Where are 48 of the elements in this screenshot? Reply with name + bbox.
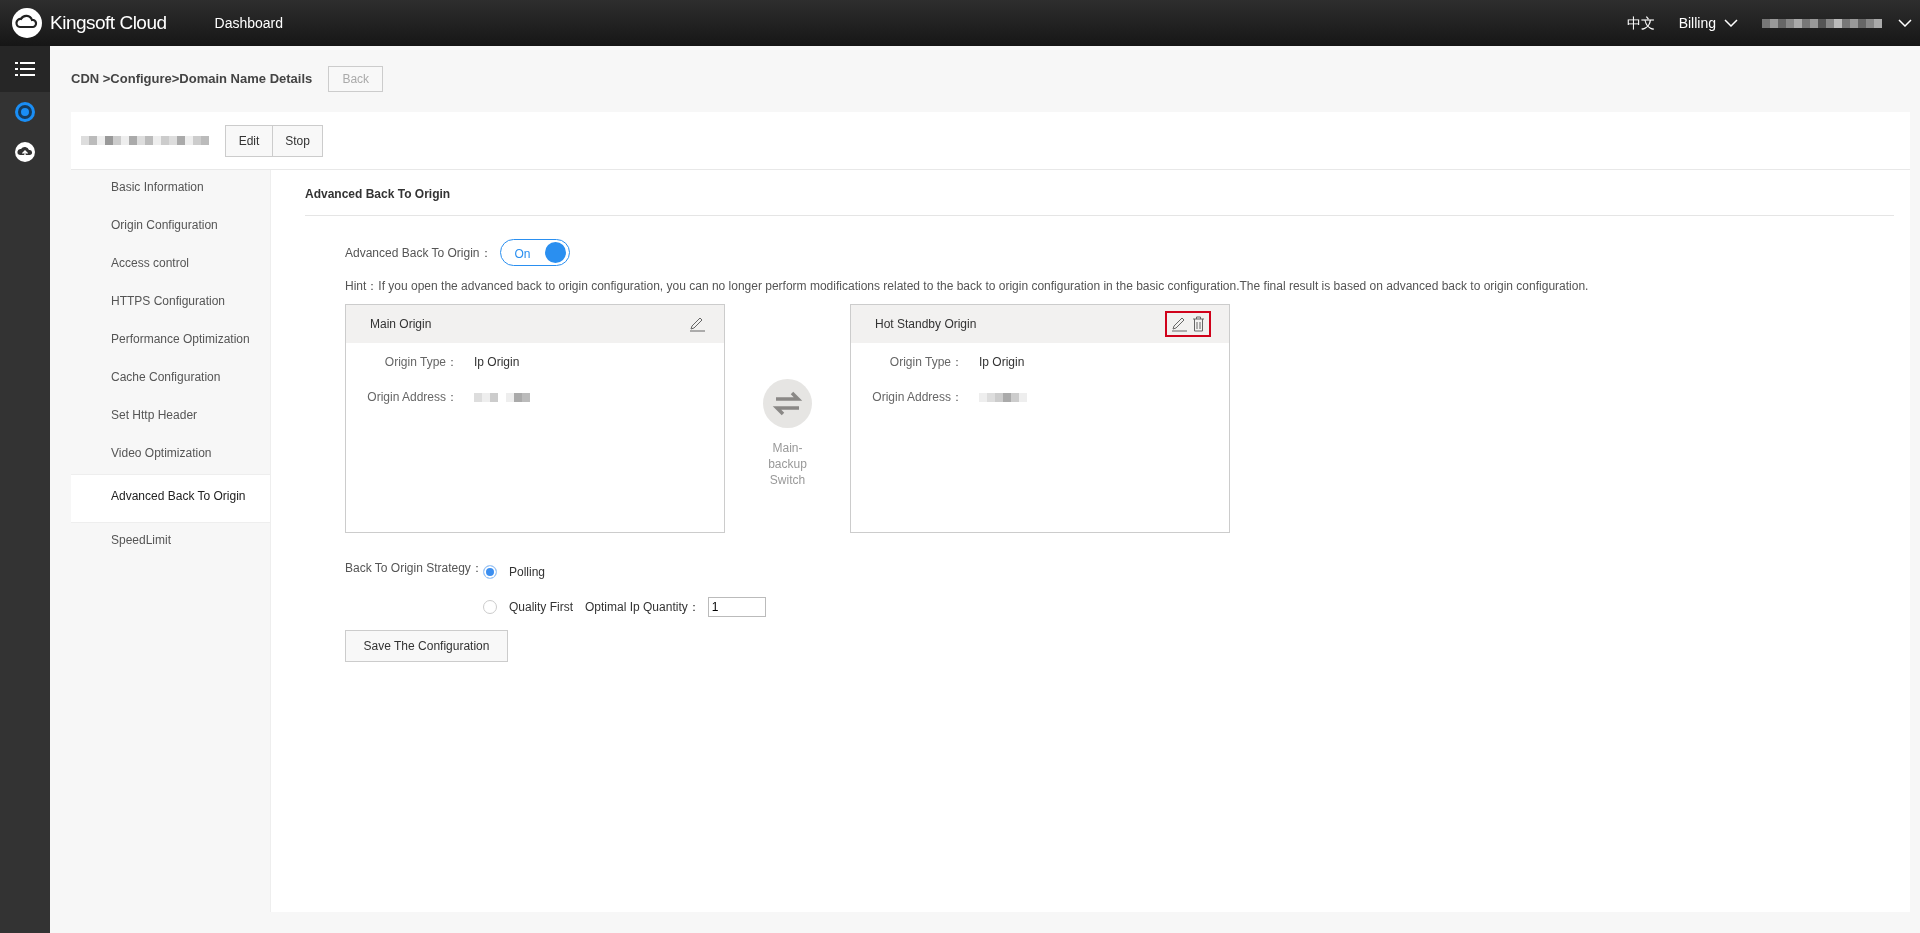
- field-label: Optimal Ip Quantity：: [585, 599, 700, 616]
- field-label: Origin Address：: [871, 389, 963, 406]
- sidebar-item[interactable]: Basic Information: [71, 170, 270, 208]
- edit-button[interactable]: Edit: [225, 124, 273, 157]
- menu-icon[interactable]: [15, 62, 35, 76]
- sidebar-item[interactable]: Cache Configuration: [71, 360, 270, 398]
- sidebar-item[interactable]: Set Http Header: [71, 398, 270, 436]
- ring-icon[interactable]: [15, 102, 35, 122]
- brand-name[interactable]: Kingsoft Cloud: [50, 8, 167, 38]
- field-label: Origin Type：: [888, 354, 963, 371]
- sidebar-item[interactable]: Performance Optimization: [71, 322, 270, 360]
- save-button[interactable]: Save The Configuration: [345, 630, 508, 662]
- chevron-down-icon[interactable]: [1724, 19, 1738, 27]
- option-label: Polling: [509, 564, 546, 581]
- edit-icon[interactable]: [1171, 316, 1188, 332]
- radio-button[interactable]: [483, 565, 497, 579]
- dashboard-link[interactable]: Dashboard: [214, 12, 284, 34]
- sidebar-item[interactable]: SpeedLimit: [71, 523, 270, 561]
- field-label: Advanced Back To Origin：: [345, 244, 492, 262]
- section-title: Advanced Back To Origin: [305, 182, 1894, 216]
- sidebar-item[interactable]: Video Optimization: [71, 436, 270, 474]
- sidebar-item[interactable]: Advanced Back To Origin: [71, 474, 270, 523]
- swap-icon[interactable]: [763, 379, 812, 428]
- sidebar-item[interactable]: Origin Configuration: [71, 208, 270, 246]
- pixelated-address: [979, 392, 1027, 402]
- option-label: Quality First: [509, 599, 573, 616]
- cloud-upload-icon[interactable]: [15, 142, 35, 162]
- sidebar-item[interactable]: HTTPS Configuration: [71, 284, 270, 322]
- field-label: Origin Address：: [366, 389, 458, 406]
- card-title: Main Origin: [370, 316, 432, 333]
- sidebar-item[interactable]: Access control: [71, 246, 270, 284]
- hint-text: Hint：If you open the advanced back to origin configuration, you can no longer perform modifications related to the back to origin configuration in the basic configuration.The final result is based on advanced back to origin configuration.: [345, 278, 1590, 295]
- field-value: Ip Origin: [979, 354, 1025, 371]
- quantity-field[interactable]: 1: [707, 597, 766, 617]
- field-label: Origin Type：: [383, 354, 458, 371]
- cloud-logo-icon: [12, 8, 42, 38]
- field-value: Ip Origin: [474, 354, 520, 371]
- language-link[interactable]: 中文: [1626, 12, 1655, 34]
- billing-menu[interactable]: Billing: [1678, 12, 1716, 34]
- stop-button[interactable]: Stop: [273, 124, 323, 157]
- chevron-down-icon[interactable]: [1898, 19, 1912, 27]
- trash-icon[interactable]: [1192, 316, 1205, 332]
- pixelated-address: [474, 392, 530, 402]
- field-label: Back To Origin Strategy：: [345, 560, 483, 577]
- card-title: Hot Standby Origin: [875, 316, 977, 333]
- switch-label: Main-backup Switch: [767, 440, 808, 488]
- edit-icon[interactable]: [689, 316, 706, 332]
- breadcrumb: CDN >Configure>Domain Name Details: [71, 70, 313, 89]
